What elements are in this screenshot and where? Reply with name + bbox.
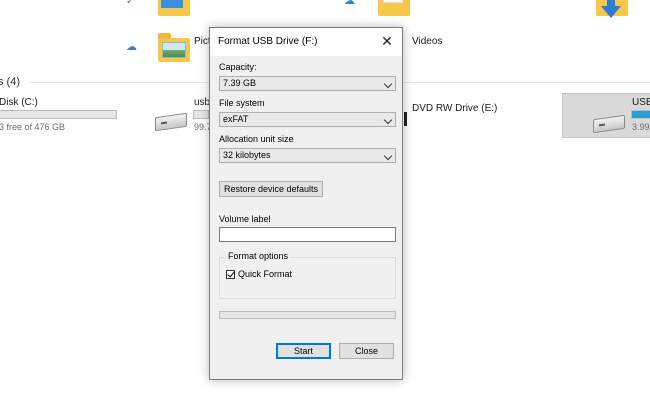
restore-defaults-button[interactable]: Restore device defaults xyxy=(219,181,323,197)
capacity-select[interactable]: 7.39 GB xyxy=(219,76,396,91)
document-icon xyxy=(161,0,183,8)
section-header[interactable]: s (4) xyxy=(0,76,20,88)
quick-format-label[interactable]: Quick Format xyxy=(238,269,292,279)
drive-usage-bar xyxy=(0,110,117,119)
folder-icon[interactable] xyxy=(378,0,410,16)
allocation-select[interactable]: 32 kilobytes xyxy=(219,148,396,163)
filesystem-value: exFAT xyxy=(223,114,249,124)
pictures-folder-icon[interactable] xyxy=(158,33,190,62)
filesystem-select[interactable]: exFAT xyxy=(219,112,396,127)
filesystem-label: File system xyxy=(219,98,265,108)
drive-usage-fill xyxy=(632,111,650,118)
chevron-down-icon xyxy=(383,115,393,125)
format-dialog: Format USB Drive (F:) ✕ Capacity: 7.39 G… xyxy=(209,27,403,380)
file-explorer-screen: ✓ ☁ ☁ Pict ☁ Videos s (4) Disk (C:) 3 fr… xyxy=(0,0,650,410)
chevron-down-icon xyxy=(383,151,393,161)
chevron-down-icon xyxy=(383,79,393,89)
drive-name[interactable]: DVD RW Drive (E:) xyxy=(412,103,497,114)
drive-name[interactable]: usb xyxy=(194,97,210,108)
quick-format-checkbox[interactable] xyxy=(226,270,235,279)
folder-label[interactable]: Videos xyxy=(412,36,442,47)
drive-usage-bar xyxy=(193,110,209,119)
drive-name[interactable]: USB xyxy=(632,97,650,108)
format-progress-bar xyxy=(219,311,396,319)
dialog-titlebar[interactable]: Format USB Drive (F:) ✕ xyxy=(210,28,402,56)
capacity-label: Capacity: xyxy=(219,62,257,72)
format-options-group: Format options Quick Format xyxy=(219,251,396,299)
drive-space: 3 free of 476 GB xyxy=(0,122,66,132)
document-icon xyxy=(383,0,403,3)
cloud-icon: ☁ xyxy=(344,0,355,7)
start-button[interactable]: Start xyxy=(276,343,331,359)
drive-usage-bar xyxy=(631,110,650,119)
dvd-drive-icon[interactable] xyxy=(404,112,407,126)
picture-icon xyxy=(162,42,186,58)
capacity-value: 7.39 GB xyxy=(223,78,257,88)
allocation-label: Allocation unit size xyxy=(219,134,294,144)
dialog-title: Format USB Drive (F:) xyxy=(218,36,318,47)
sync-status-icon: ✓ xyxy=(126,0,135,7)
folder-icon[interactable] xyxy=(158,0,190,16)
format-options-label: Format options xyxy=(226,251,291,261)
volume-label: Volume label xyxy=(219,214,271,224)
close-button[interactable]: Close xyxy=(339,343,394,359)
close-icon[interactable]: ✕ xyxy=(376,31,398,51)
usb-drive-icon[interactable] xyxy=(155,112,187,132)
download-arrow-icon xyxy=(601,6,621,18)
allocation-value: 32 kilobytes xyxy=(223,150,271,160)
drive-space: 3.99 xyxy=(632,122,650,132)
drive-name[interactable]: Disk (C:) xyxy=(0,97,38,108)
cloud-icon: ☁ xyxy=(126,41,137,53)
volume-label-input[interactable] xyxy=(219,227,396,242)
